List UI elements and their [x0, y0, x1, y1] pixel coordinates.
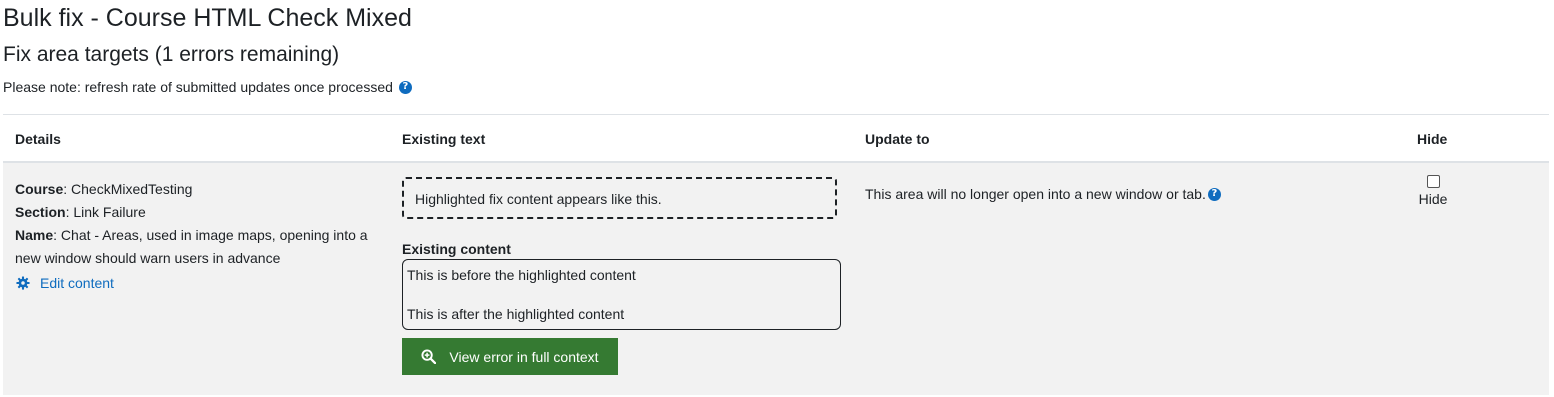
zoom-in-icon — [421, 349, 437, 364]
edit-content-link[interactable]: Edit content — [16, 275, 114, 291]
existing-content-label: Existing content — [402, 241, 511, 257]
course-value: CheckMixedTesting — [71, 181, 193, 197]
header-details: Details — [15, 131, 61, 147]
course-label: Course — [15, 181, 64, 197]
gear-icon — [16, 276, 30, 290]
view-error-context-button[interactable]: View error in full context — [402, 338, 618, 375]
content-after-text: This is after the highlighted content — [407, 306, 625, 322]
page-subtitle: Fix area targets (1 errors remaining) — [3, 43, 340, 66]
header-hide: Hide — [1417, 131, 1448, 147]
help-icon[interactable]: ? — [398, 80, 412, 94]
refresh-note-text: Please note: refresh rate of submitted u… — [3, 79, 393, 95]
table-header: Details Existing text Update to Hide — [3, 115, 1549, 163]
row-details: Course: CheckMixedTesting Section: Link … — [15, 181, 368, 266]
section-value: Link Failure — [73, 204, 146, 220]
hide-checkbox[interactable] — [1426, 175, 1440, 188]
highlighted-fix-content: Highlighted fix content appears like thi… — [402, 177, 837, 219]
section-label: Section — [15, 204, 66, 220]
update-to-text: This area will no longer open into a new… — [865, 186, 1206, 202]
highlighted-fix-text: Highlighted fix content appears like thi… — [415, 191, 662, 207]
header-existing-text: Existing text — [402, 131, 486, 147]
existing-content-box: This is before the highlighted content T… — [402, 259, 841, 330]
header-update-to: Update to — [865, 131, 930, 147]
update-to-content: This area will no longer open into a new… — [865, 185, 1221, 203]
name-value: Chat - Areas, used in image maps, openin… — [15, 227, 368, 266]
hide-checkbox-label[interactable]: Hide — [1402, 191, 1464, 207]
name-label: Name — [15, 227, 54, 243]
edit-content-label: Edit content — [40, 275, 114, 291]
page-title: Bulk fix - Course HTML Check Mixed — [3, 4, 412, 32]
hide-control: Hide — [1402, 175, 1464, 207]
content-before-text: This is before the highlighted content — [407, 267, 636, 283]
table-row: Course: CheckMixedTesting Section: Link … — [3, 163, 1549, 395]
refresh-note: Please note: refresh rate of submitted u… — [3, 78, 412, 96]
help-icon[interactable]: ? — [1207, 187, 1221, 201]
view-error-label: View error in full context — [449, 348, 599, 365]
